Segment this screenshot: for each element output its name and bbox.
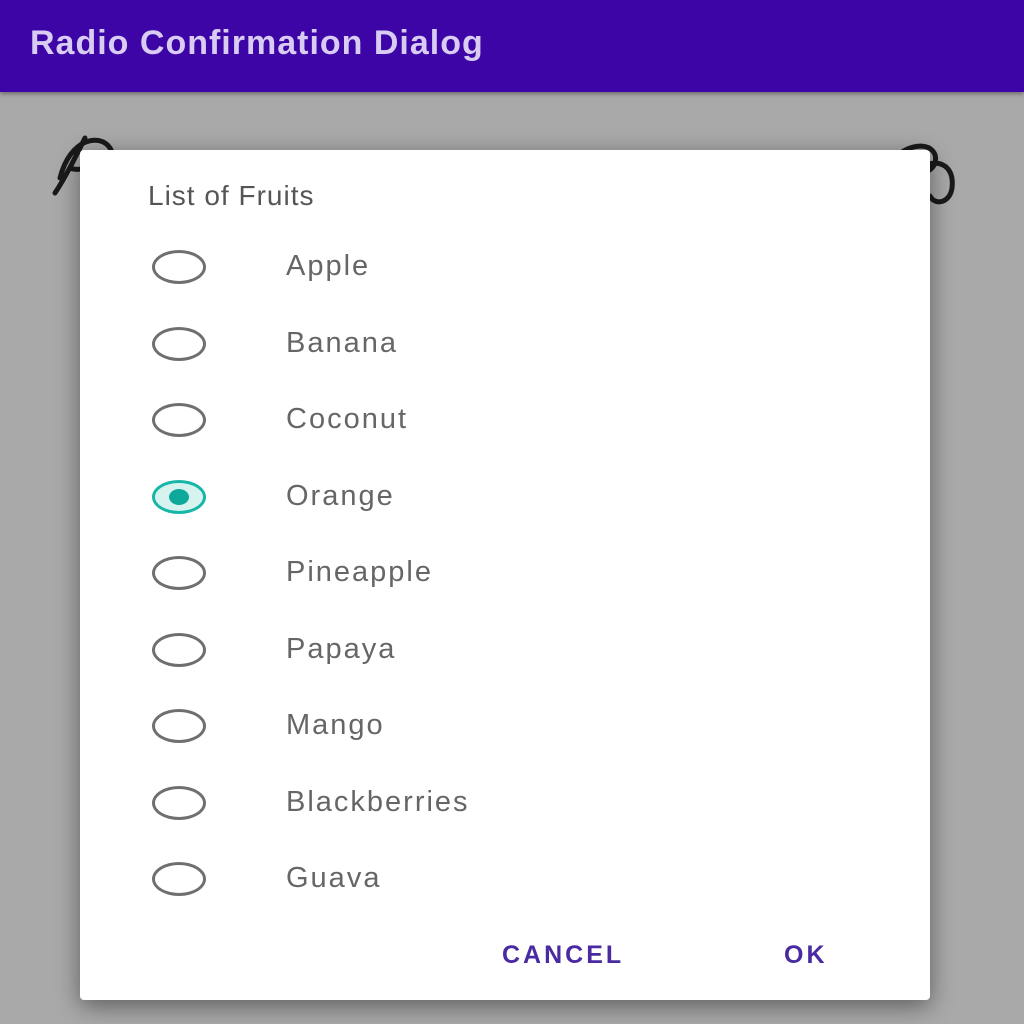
radio-option-coconut[interactable]: Coconut <box>80 381 930 458</box>
ok-button[interactable]: OK <box>774 930 838 980</box>
radio-option-label: Blackberries <box>286 785 470 818</box>
radio-button-unchecked-icon[interactable] <box>152 250 206 284</box>
radio-option-label: Orange <box>286 479 395 512</box>
radio-option-blackberries[interactable]: Blackberries <box>80 764 930 841</box>
radio-option-banana[interactable]: Banana <box>80 305 930 382</box>
radio-button-unchecked-icon[interactable] <box>152 632 206 667</box>
radio-option-label: Apple <box>286 250 371 282</box>
radio-option-guava[interactable]: Guava <box>80 840 930 917</box>
radio-button-checked-icon[interactable] <box>152 479 206 514</box>
radio-option-mango[interactable]: Mango <box>80 687 930 764</box>
radio-option-apple[interactable]: Apple <box>80 228 930 305</box>
radio-button-unchecked-icon[interactable] <box>152 709 206 743</box>
fruit-radio-list: Apple Banana Coconut Orange Pineapple Pa… <box>80 228 930 917</box>
radio-button-unchecked-icon[interactable] <box>152 326 206 361</box>
radio-option-label: Mango <box>286 709 385 741</box>
radio-button-unchecked-icon[interactable] <box>152 862 206 896</box>
radio-button-unchecked-icon[interactable] <box>152 785 206 820</box>
app-bar-title: Radio Confirmation Dialog <box>30 24 484 62</box>
radio-button-unchecked-icon[interactable] <box>152 556 206 590</box>
dialog-title: List of Fruits <box>148 180 315 211</box>
radio-option-label: Banana <box>286 326 398 359</box>
radio-option-label: Pineapple <box>286 556 433 588</box>
radio-button-unchecked-icon[interactable] <box>152 403 206 437</box>
app-screen: Radio Confirmation Dialog List of Fruits… <box>0 0 1024 1024</box>
app-bar: Radio Confirmation Dialog <box>0 0 1024 92</box>
cancel-button[interactable]: CANCEL <box>492 930 634 980</box>
radio-option-label: Coconut <box>286 403 409 435</box>
radio-option-pineapple[interactable]: Pineapple <box>80 534 930 611</box>
dialog-actions: CANCEL OK <box>80 910 930 1000</box>
radio-option-label: Papaya <box>286 632 397 665</box>
radio-option-papaya[interactable]: Papaya <box>80 611 930 688</box>
fruit-dialog: List of Fruits Apple Banana Coconut Oran… <box>80 150 930 1000</box>
radio-option-orange[interactable]: Orange <box>80 458 930 535</box>
radio-option-label: Guava <box>286 862 382 894</box>
